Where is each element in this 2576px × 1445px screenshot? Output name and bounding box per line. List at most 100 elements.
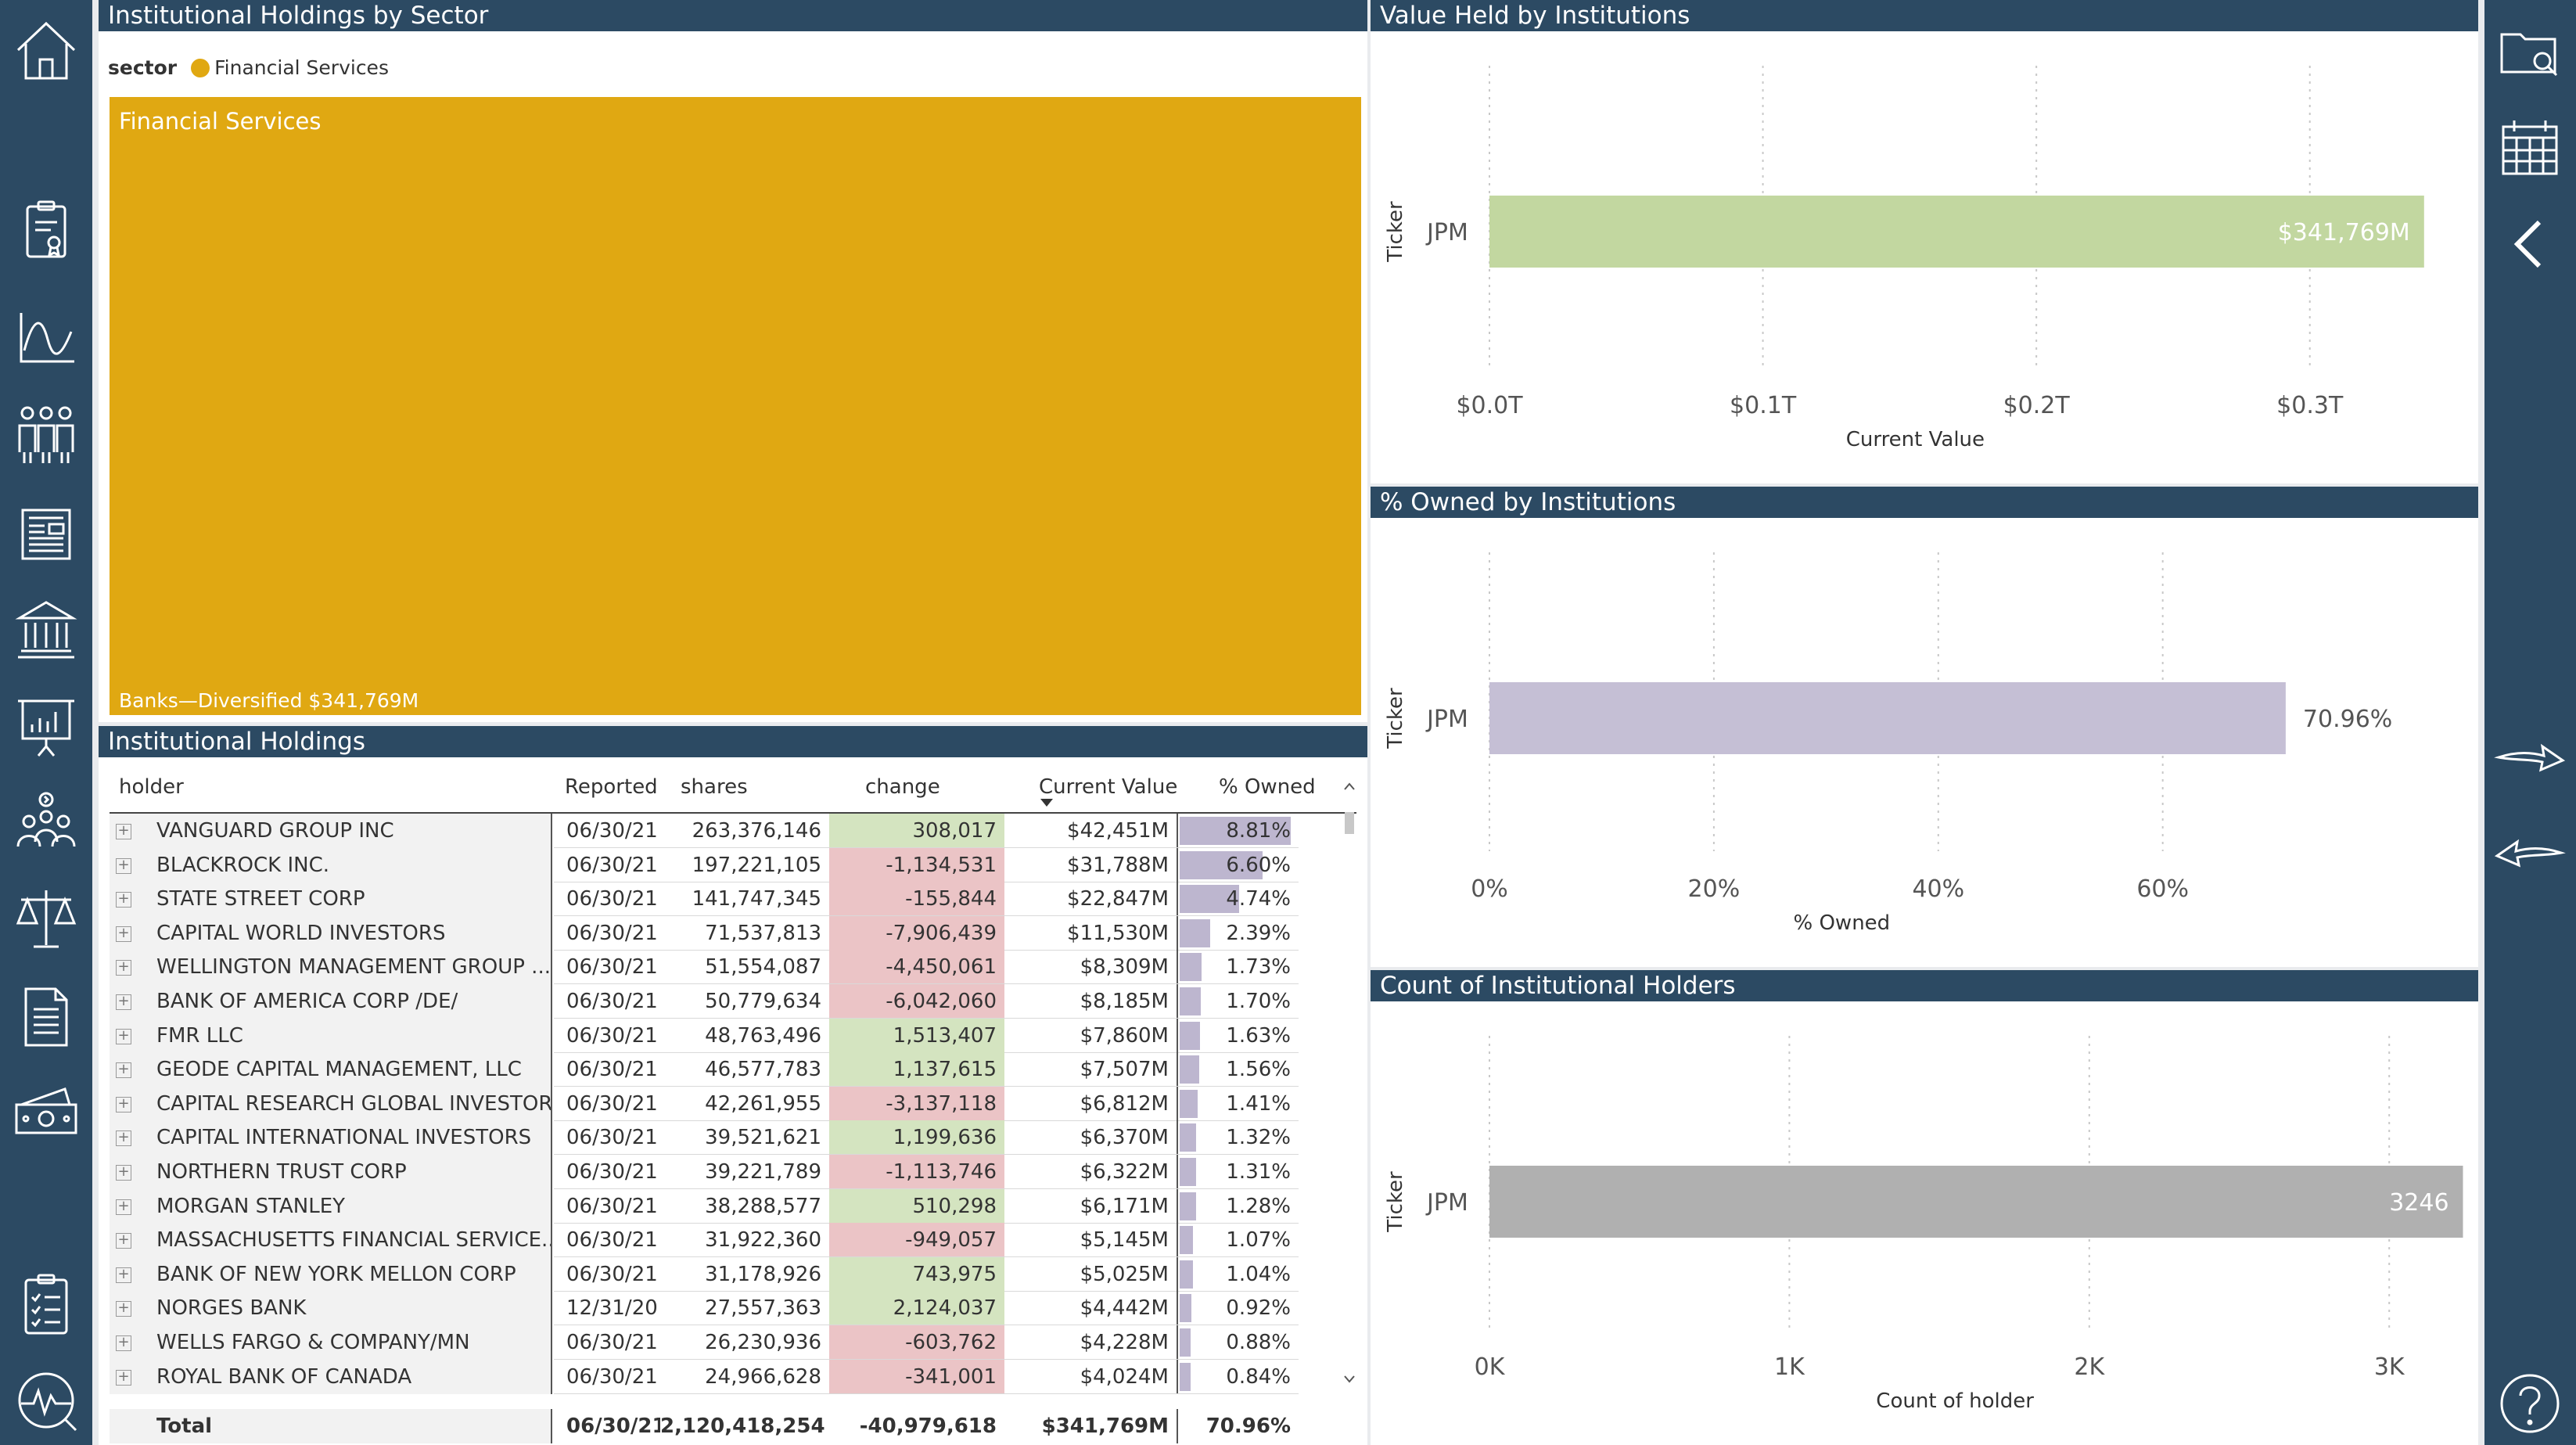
holder-count-bar-chart: 0K 1K 2K 3K Ticker JPM 3246 Count of holder <box>1384 1036 2463 1413</box>
table-row[interactable]: + GEODE CAPITAL MANAGEMENT, LLC 06/30/21 46… <box>110 1052 1356 1087</box>
shares-cell: 24,966,628 <box>705 1364 821 1389</box>
people-group-icon[interactable] <box>10 397 82 469</box>
table-row[interactable]: + STATE STREET CORP 06/30/21 141,747,345 -15… <box>110 882 1356 917</box>
column-header-shares[interactable]: shares <box>681 771 748 803</box>
reported-cell: 12/31/20 <box>566 1296 658 1321</box>
money-icon[interactable] <box>10 1077 82 1148</box>
table-row[interactable]: + MORGAN STANLEY 06/30/21 38,288,577 510,298… <box>110 1188 1356 1224</box>
expand-row-icon[interactable]: + <box>116 1335 131 1351</box>
scales-icon[interactable] <box>10 882 82 954</box>
owned-databar <box>1180 1328 1191 1357</box>
table-row[interactable]: + BLACKROCK INC. 06/30/21 197,221,105 -1,134… <box>110 847 1356 882</box>
table-row[interactable]: + WELLS FARGO & COMPANY/MN 06/30/21 26,230,… <box>110 1325 1356 1360</box>
table-row[interactable]: + CAPITAL WORLD INVESTORS 06/30/21 71,537,8… <box>110 915 1356 951</box>
certificate-icon[interactable] <box>10 194 82 266</box>
table-row[interactable]: + BANK OF NEW YORK MELLON CORP 06/30/21 31,… <box>110 1256 1356 1292</box>
expand-row-icon[interactable]: + <box>116 1028 131 1044</box>
current-value-cell: $11,530M <box>1004 915 1178 951</box>
table-row[interactable]: + NORTHERN TRUST CORP 06/30/21 39,221,789 -1… <box>110 1155 1356 1189</box>
folder-search-icon[interactable] <box>2494 16 2566 88</box>
current-value-cell: $4,442M <box>1004 1291 1178 1326</box>
scroll-thumb[interactable] <box>1345 812 1354 834</box>
reported-cell: 06/30/21 <box>566 1262 658 1286</box>
reported-cell: 06/30/21 <box>566 1091 658 1116</box>
table-row[interactable]: + FMR LLC 06/30/21 48,763,496 1,513,407 $7,86… <box>110 1018 1356 1053</box>
owned-cell: 0.92% <box>1180 1291 1299 1325</box>
back-arrow-icon[interactable] <box>2494 818 2566 890</box>
shares-cell: 197,221,105 <box>692 853 821 877</box>
holder-name: BANK OF NEW YORK MELLON CORP <box>156 1262 516 1286</box>
owned-databar <box>1180 918 1210 947</box>
change-cell: -155,844 <box>829 882 1004 917</box>
shares-cell: 31,922,360 <box>705 1228 821 1253</box>
checklist-icon[interactable] <box>10 1269 82 1341</box>
treemap-tile-financial-services[interactable]: Financial Services Banks—Diversified $34… <box>110 97 1361 715</box>
table-row[interactable]: + CAPITAL INTERNATIONAL INVESTORS 06/30/21… <box>110 1120 1356 1156</box>
help-icon[interactable] <box>2494 1368 2566 1440</box>
home-icon[interactable] <box>10 14 82 86</box>
legend-title: sector <box>108 56 178 79</box>
scroll-down-icon[interactable] <box>1342 1374 1356 1385</box>
owned-databar <box>1180 953 1202 982</box>
expand-row-icon[interactable]: + <box>116 1267 131 1283</box>
news-icon[interactable] <box>10 498 82 570</box>
column-header-current-value[interactable]: Current Value <box>1039 771 1177 803</box>
expand-row-icon[interactable]: + <box>116 1233 131 1249</box>
current-value-cell: $6,322M <box>1004 1155 1178 1189</box>
table-row[interactable]: + NORGES BANK 12/31/20 27,557,363 2,124,037 $… <box>110 1291 1356 1326</box>
table-row[interactable]: + MASSACHUSETTS FINANCIAL SERVICE... 06/30… <box>110 1223 1356 1258</box>
bar-data-label: 3246 <box>2389 1189 2448 1217</box>
total-shares: 2,120,418,254 <box>660 1414 825 1438</box>
expand-row-icon[interactable]: + <box>116 1199 131 1215</box>
column-header-holder[interactable]: holder <box>119 771 184 803</box>
reported-cell: 06/30/21 <box>566 819 658 843</box>
document-icon[interactable] <box>10 981 82 1053</box>
reported-cell: 06/30/21 <box>566 1194 658 1218</box>
table-row[interactable]: + VANGUARD GROUP INC 06/30/21 263,376,146 30… <box>110 814 1356 848</box>
column-header-change[interactable]: change <box>865 771 940 803</box>
bar-jpm[interactable] <box>1489 682 2286 754</box>
current-value-cell: $42,451M <box>1004 814 1178 848</box>
count-chart-title: Count of Institutional Holders <box>1371 970 2478 1001</box>
expand-row-icon[interactable]: + <box>116 1096 131 1113</box>
expand-row-icon[interactable]: + <box>116 857 131 874</box>
table-row[interactable]: + WELLINGTON MANAGEMENT GROUP ... 06/30/21… <box>110 950 1356 985</box>
change-cell: 1,513,407 <box>829 1018 1004 1053</box>
bar-jpm[interactable] <box>1489 1166 2463 1238</box>
table-row[interactable]: + BANK OF AMERICA CORP /DE/06/30/21 50,779… <box>110 984 1356 1019</box>
reported-cell: 06/30/21 <box>566 1331 658 1354</box>
bank-icon[interactable] <box>10 593 82 665</box>
expand-row-icon[interactable]: + <box>116 1130 131 1147</box>
team-idea-icon[interactable] <box>10 785 82 857</box>
table-row[interactable]: + CAPITAL RESEARCH GLOBAL INVESTORS 06/30/… <box>110 1086 1356 1121</box>
expand-row-icon[interactable]: + <box>116 1165 131 1181</box>
owned-cell: 4.74% <box>1180 882 1299 916</box>
expand-row-icon[interactable]: + <box>116 1369 131 1386</box>
table-scrollbar[interactable] <box>1342 771 1356 1397</box>
expand-row-icon[interactable]: + <box>116 926 131 942</box>
forward-arrow-icon[interactable] <box>2494 723 2566 795</box>
expand-row-icon[interactable]: + <box>116 824 131 839</box>
expand-row-icon[interactable]: + <box>116 892 131 908</box>
owned-value: 1.07% <box>1226 1228 1291 1253</box>
expand-row-icon[interactable]: + <box>116 960 131 976</box>
owned-bar-chart: 0% 20% 40% 60% Ticker JPM 70.96% % Owned <box>1384 552 2392 935</box>
expand-row-icon[interactable]: + <box>116 1301 131 1317</box>
holder-count-chart-panel: Count of Institutional Holders 0K 1K 2K 3K T… <box>1371 970 2478 1445</box>
table-row[interactable]: + ROYAL BANK OF CANADA 06/30/21 24,966,628-… <box>110 1359 1356 1394</box>
owned-cell: 1.04% <box>1180 1257 1299 1292</box>
calendar-icon[interactable] <box>2494 113 2566 185</box>
column-header-owned[interactable]: % Owned <box>1219 771 1316 803</box>
scroll-up-icon[interactable] <box>1342 781 1356 792</box>
owned-cell: 1.31% <box>1180 1155 1299 1189</box>
column-header-reported[interactable]: Reported <box>565 771 658 803</box>
collapse-chevron-icon[interactable] <box>2494 208 2566 280</box>
legend-item-financial-services[interactable]: Financial Services <box>214 56 389 79</box>
line-chart-icon[interactable] <box>10 300 82 372</box>
owned-databar <box>1180 987 1202 1015</box>
health-monitor-icon[interactable] <box>10 1364 82 1436</box>
expand-row-icon[interactable]: + <box>116 1062 131 1079</box>
presentation-icon[interactable] <box>10 690 82 762</box>
expand-row-icon[interactable]: + <box>116 994 131 1010</box>
owned-chart-title: % Owned by Institutions <box>1371 487 2478 518</box>
